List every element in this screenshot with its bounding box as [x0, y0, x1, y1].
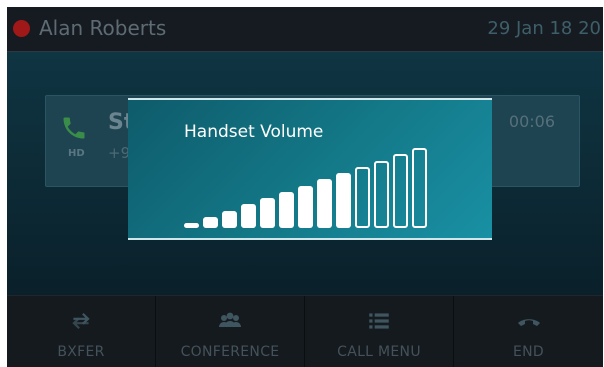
- softkey-bar: BXFER CONFERENCE CALL MENU END: [7, 295, 603, 367]
- conference-label: CONFERENCE: [180, 344, 280, 360]
- volume-bar-filled: [279, 191, 294, 228]
- end-softkey[interactable]: END: [454, 296, 603, 367]
- volume-bar-filled: [222, 210, 237, 228]
- call-menu-softkey[interactable]: CALL MENU: [305, 296, 454, 367]
- phone-screen: Alan Roberts 29 Jan 18 20 HD St +9 00:06…: [7, 7, 603, 367]
- end-label: END: [513, 344, 544, 360]
- bxfer-label: BXFER: [57, 344, 105, 360]
- volume-bar-filled: [241, 204, 256, 228]
- handset-volume-dialog: Handset Volume: [128, 98, 492, 240]
- volume-bar-empty: [374, 160, 389, 228]
- conference-icon: [219, 312, 241, 327]
- menu-list-icon: [369, 313, 389, 329]
- volume-bar-filled: [260, 198, 275, 228]
- volume-bar-filled: [298, 185, 313, 228]
- volume-bar-empty: [355, 166, 370, 228]
- hang-up-icon: [517, 319, 540, 326]
- presence-status-icon: [13, 20, 30, 37]
- volume-bar-filled: [203, 216, 218, 228]
- date-display: 29 Jan 18 20: [487, 18, 601, 39]
- volume-bar-filled: [336, 173, 351, 228]
- call-menu-label: CALL MENU: [337, 344, 421, 360]
- top-status-bar: Alan Roberts 29 Jan 18 20: [7, 7, 603, 52]
- hd-audio-icon: HD: [68, 148, 85, 159]
- bxfer-softkey[interactable]: BXFER: [7, 296, 156, 367]
- volume-level-indicator: [184, 100, 434, 242]
- volume-bar-empty: [412, 148, 427, 228]
- phone-handset-icon: [63, 117, 85, 139]
- volume-bar-empty: [393, 154, 408, 228]
- conference-softkey[interactable]: CONFERENCE: [156, 296, 305, 367]
- volume-bar-filled: [184, 223, 199, 228]
- volume-bar-filled: [317, 179, 332, 228]
- call-duration: 00:06: [508, 112, 555, 131]
- user-name: Alan Roberts: [39, 16, 167, 40]
- transfer-icon: [72, 312, 90, 330]
